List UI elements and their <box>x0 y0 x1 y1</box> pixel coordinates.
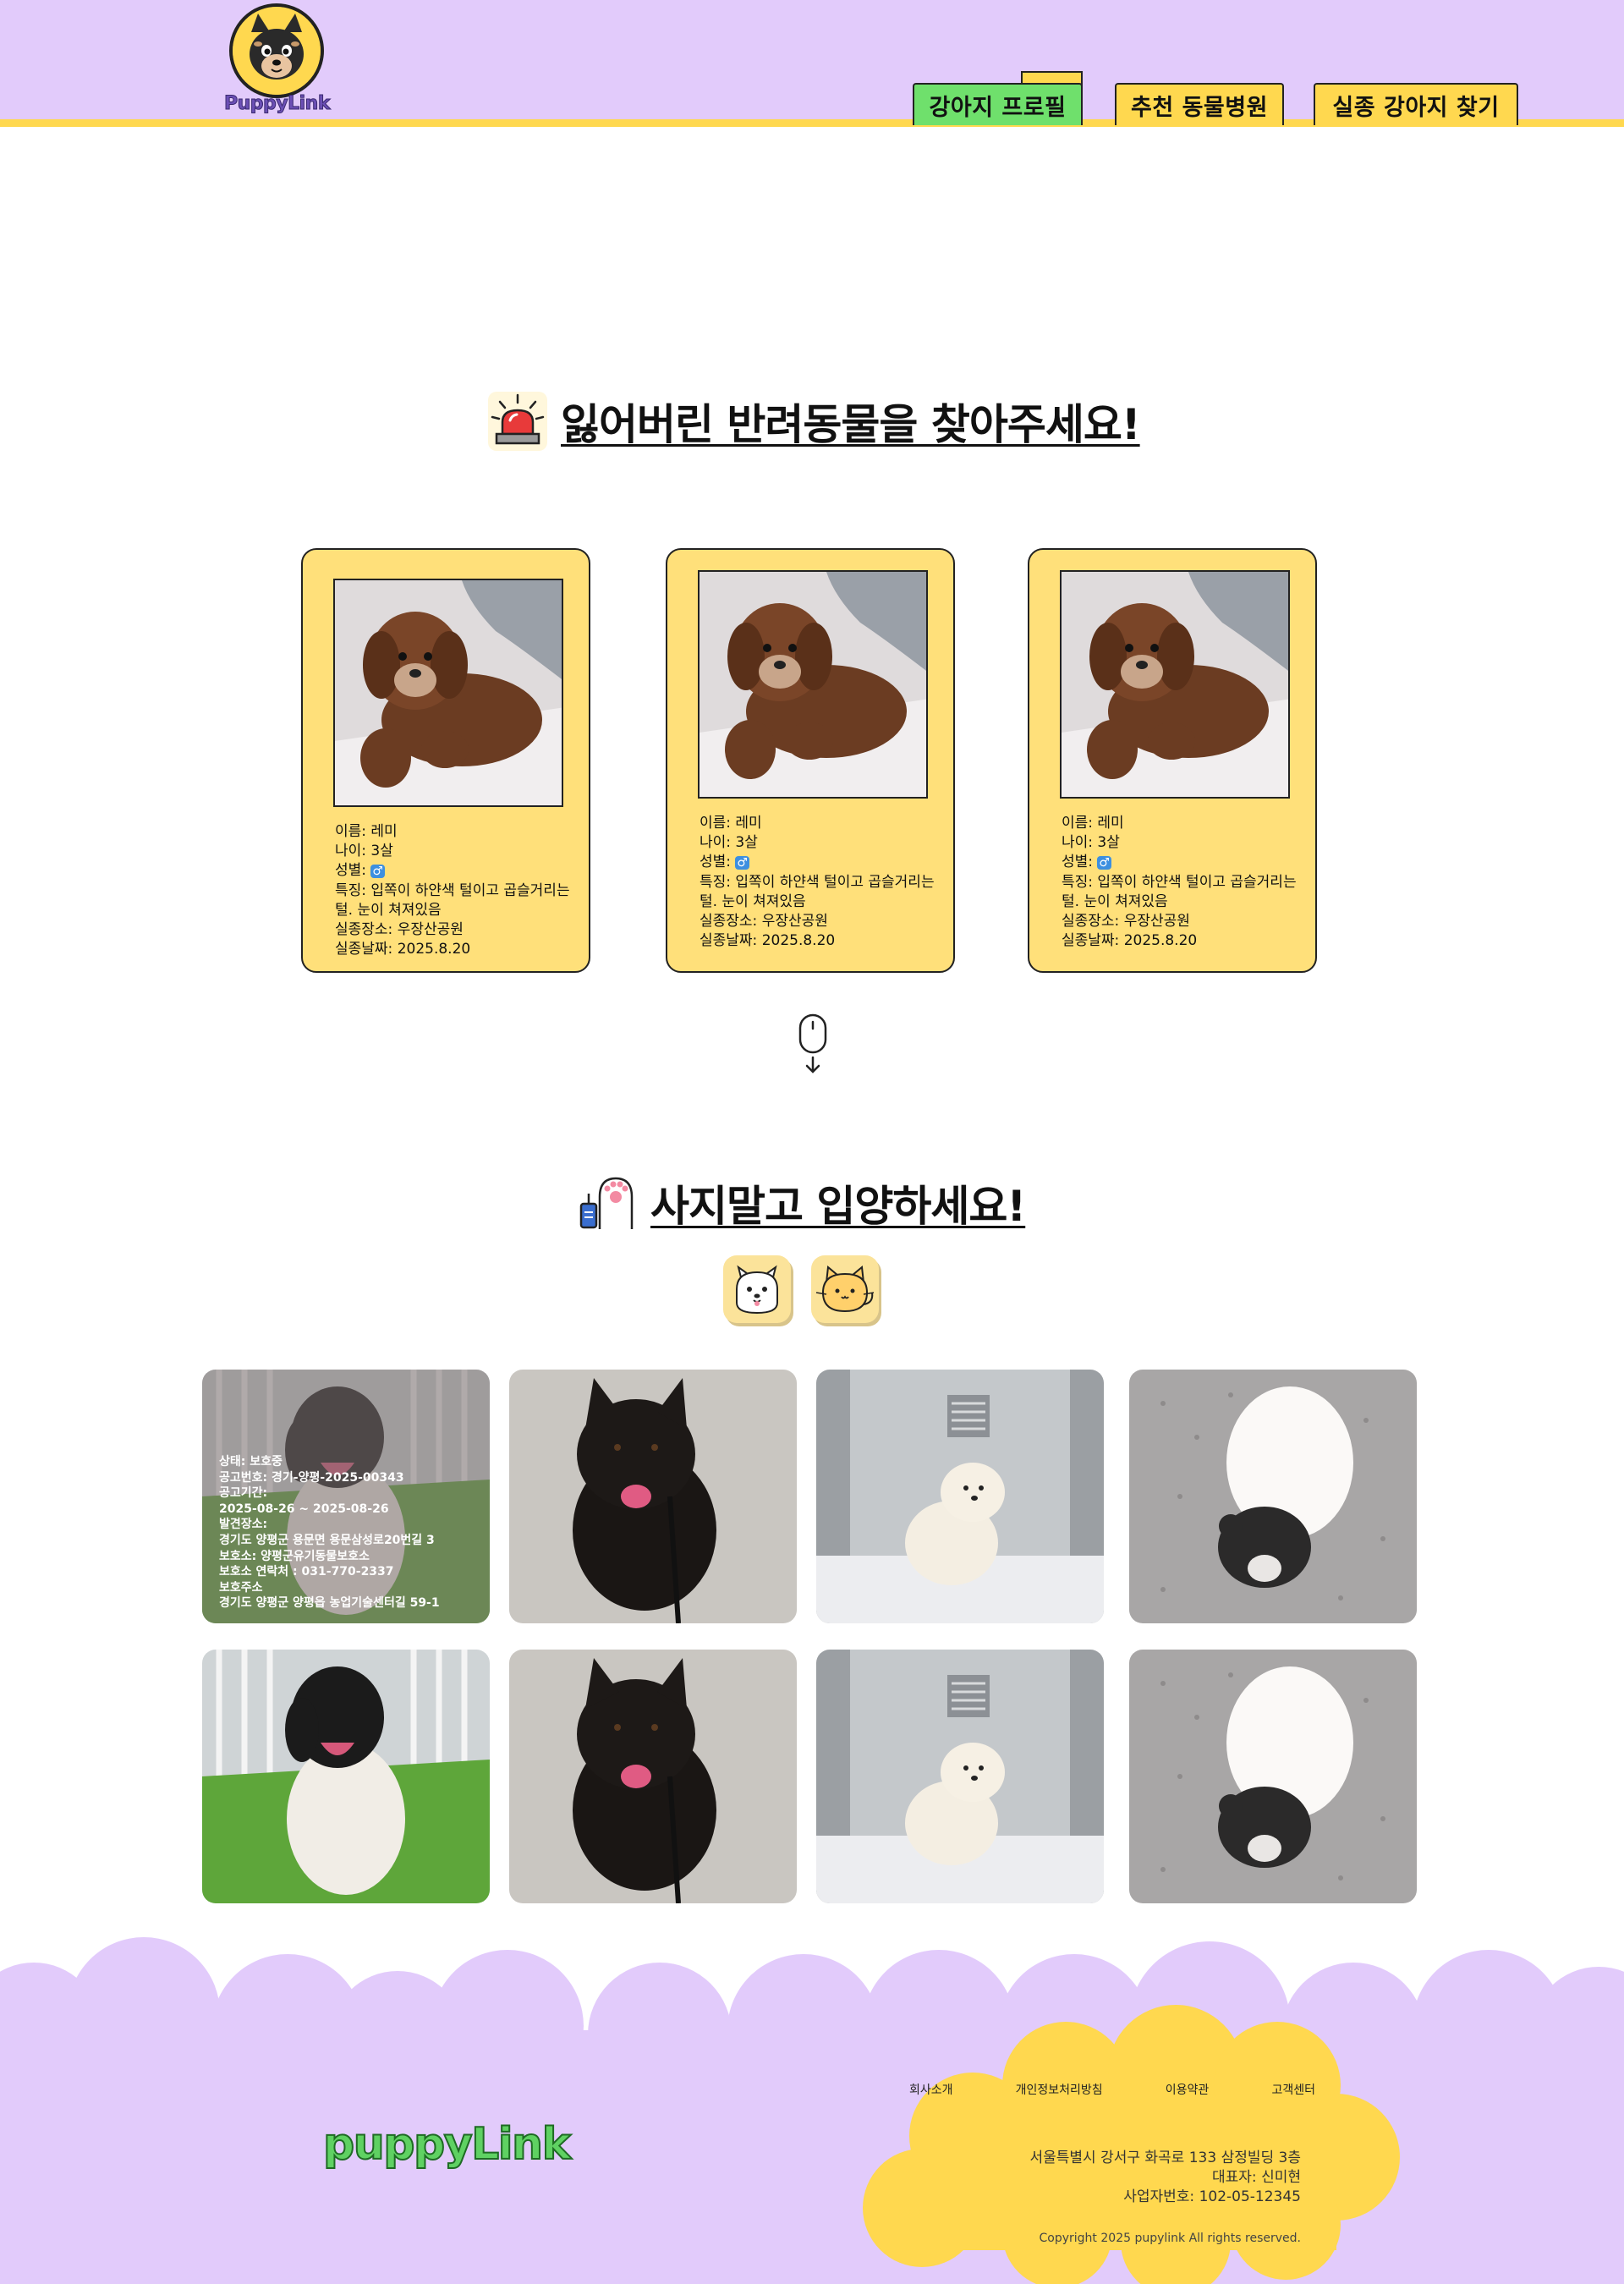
company-info: 서울특별시 강서구 화곡로 133 삼정빌딩 3층 대표자: 신미현 사업자번호… <box>956 2149 1301 2207</box>
yellow-cat-icon <box>815 1266 875 1313</box>
puppy-photo <box>1129 1650 1417 1903</box>
detail-notice-no: 공고번호: 경기-양평-2025-00343 <box>219 1470 404 1485</box>
detail-address-label: 보호주소 <box>219 1580 263 1595</box>
missing-section-title: 잃어버린 반려동물을 찾아주세요! <box>488 391 1141 452</box>
pet-gender-label: 성별: <box>700 854 736 870</box>
pet-missing-date: 실종날짜: 2025.8.20 <box>1062 932 1198 949</box>
detail-period: 2025-08-26 ~ 2025-08-26 <box>219 1502 389 1516</box>
maltese-dog-photo <box>816 1370 1104 1623</box>
paw-tag-icon <box>579 1177 634 1229</box>
black-dog-photo <box>509 1650 797 1903</box>
filter-dog-button[interactable] <box>723 1255 791 1323</box>
mouse-scroll-icon <box>798 1013 827 1073</box>
male-icon: ♂ <box>1097 856 1111 870</box>
copyright: Copyright 2025 pupylink All rights reser… <box>1039 2232 1301 2245</box>
missing-pet-info: 이름: 레미 나이: 3살 성별: ♂ 특징: 입쪽이 하얀색 털이고 곱슬거리… <box>700 814 941 951</box>
missing-pet-info: 이름: 레미 나이: 3살 성별: ♂ 특징: 입쪽이 하얀색 털이고 곱슬거리… <box>1062 814 1303 951</box>
detail-address: 경기도 양평군 양평읍 농업기술센터길 59-1 <box>219 1596 440 1611</box>
missing-title-text: 잃어버린 반려동물을 찾아주세요! <box>561 400 1141 449</box>
company-biz-no: 사업자번호: 102-05-12345 <box>1123 2188 1301 2205</box>
detail-found-place: 경기도 양평군 용문면 용문삼성로20번길 3 <box>219 1533 435 1547</box>
shelter-details: 상태: 보호중 공고번호: 경기-양평-2025-00343 공고기간: 202… <box>219 1454 481 1611</box>
brand-name: PuppyLink <box>224 93 331 115</box>
missing-dog-photo <box>333 579 563 807</box>
adopt-section-title: 사지말고 입양하세요! <box>578 1172 1026 1233</box>
detail-shelter: 보호소: 양평군유기동물보호소 <box>219 1549 370 1563</box>
footer-links: 회사소개 개인정보처리방침 이용약관 고객센터 <box>909 2081 1315 2098</box>
filter-cat-button[interactable] <box>811 1255 879 1323</box>
pet-feature: 특징: 입쪽이 하얀색 털이고 곱슬거리는 털. 눈이 쳐져있음 <box>1062 874 1297 910</box>
pet-name: 이름: 레미 <box>700 815 762 832</box>
missing-pet-info: 이름: 레미 나이: 3살 성별: ♂ 특징: 입쪽이 하얀색 털이고 곱슬거리… <box>335 822 576 959</box>
siren-icon <box>488 392 547 451</box>
missing-dog-photo <box>698 570 928 799</box>
pointer-dog-photo <box>202 1650 490 1903</box>
adoption-animal-tile[interactable] <box>509 1370 797 1623</box>
cloud-footer-background <box>0 1937 1624 2284</box>
footer-link-privacy[interactable]: 개인정보처리방침 <box>1016 2081 1103 2098</box>
pet-missing-date: 실종날짜: 2025.8.20 <box>700 932 836 949</box>
pet-missing-place: 실종장소: 우장산공원 <box>335 921 464 938</box>
adoption-animal-tile[interactable] <box>202 1650 490 1903</box>
detail-shelter-phone: 보호소 연락처 : 031-770-2337 <box>219 1565 394 1579</box>
adoption-animal-tile[interactable] <box>816 1370 1104 1623</box>
nav-find-missing-dog[interactable]: 실종 강아지 찾기 <box>1314 83 1518 125</box>
footer-link-about[interactable]: 회사소개 <box>909 2081 953 2098</box>
nav-recommended-hospital[interactable]: 추천 동물병원 <box>1115 83 1284 125</box>
pet-missing-place: 실종장소: 우장산공원 <box>700 913 828 930</box>
pet-age: 나이: 3살 <box>700 834 758 851</box>
footer-link-support[interactable]: 고객센터 <box>1271 2081 1315 2098</box>
pet-gender-label: 성별: <box>1062 854 1098 870</box>
pet-missing-date: 실종날짜: 2025.8.20 <box>335 941 471 958</box>
detail-status: 상태: 보호중 <box>219 1455 283 1469</box>
pet-gender-label: 성별: <box>335 862 371 879</box>
detail-period-label: 공고기간: <box>219 1486 268 1501</box>
footer-link-terms[interactable]: 이용약관 <box>1166 2081 1210 2098</box>
company-ceo: 대표자: 신미현 <box>1212 2169 1301 2186</box>
pet-feature: 특징: 입쪽이 하얀색 털이고 곱슬거리는 털. 눈이 쳐져있음 <box>700 874 935 910</box>
missing-pet-card[interactable]: 이름: 레미 나이: 3살 성별: ♂ 특징: 입쪽이 하얀색 털이고 곱슬거리… <box>301 548 590 973</box>
detail-found-label: 발견장소: <box>219 1518 268 1532</box>
pet-missing-place: 실종장소: 우장산공원 <box>1062 913 1190 930</box>
adoption-animal-tile[interactable] <box>1129 1370 1417 1623</box>
puppy-photo <box>1129 1370 1417 1623</box>
adopt-title-text: 사지말고 입양하세요! <box>650 1182 1026 1231</box>
pet-name: 이름: 레미 <box>1062 815 1124 832</box>
missing-pet-card[interactable]: 이름: 레미 나이: 3살 성별: ♂ 특징: 입쪽이 하얀색 털이고 곱슬거리… <box>666 548 955 973</box>
brand-logo[interactable]: PuppyLink <box>224 2 331 120</box>
nav-dog-profile[interactable]: 강아지 프로필 <box>913 83 1083 125</box>
adoption-animal-tile[interactable] <box>1129 1650 1417 1903</box>
footer-logo[interactable]: puppyLink <box>322 2118 572 2171</box>
white-dog-icon <box>736 1265 778 1315</box>
black-dog-photo <box>509 1370 797 1623</box>
missing-dog-photo <box>1060 570 1290 799</box>
pet-feature: 특징: 입쪽이 하얀색 털이고 곱슬거리는 털. 눈이 쳐져있음 <box>335 882 570 919</box>
pet-name: 이름: 레미 <box>335 823 398 840</box>
company-address: 서울특별시 강서구 화곡로 133 삼정빌딩 3층 <box>1029 2149 1301 2166</box>
adoption-animal-tile[interactable]: 상태: 보호중 공고번호: 경기-양평-2025-00343 공고기간: 202… <box>202 1370 490 1623</box>
male-icon: ♂ <box>370 865 385 878</box>
pet-age: 나이: 3살 <box>335 843 393 859</box>
pet-age: 나이: 3살 <box>1062 834 1120 851</box>
adoption-animal-tile[interactable] <box>816 1650 1104 1903</box>
male-icon: ♂ <box>735 856 749 870</box>
site-header: PuppyLink 강아지 프로필 추천 동물병원 실종 강아지 찾기 <box>0 0 1624 127</box>
maltese-dog-photo <box>816 1650 1104 1903</box>
adoption-animal-tile[interactable] <box>509 1650 797 1903</box>
missing-pet-card[interactable]: 이름: 레미 나이: 3살 성별: ♂ 특징: 입쪽이 하얀색 털이고 곱슬거리… <box>1028 548 1317 973</box>
dog-face-logo-icon <box>229 3 324 98</box>
